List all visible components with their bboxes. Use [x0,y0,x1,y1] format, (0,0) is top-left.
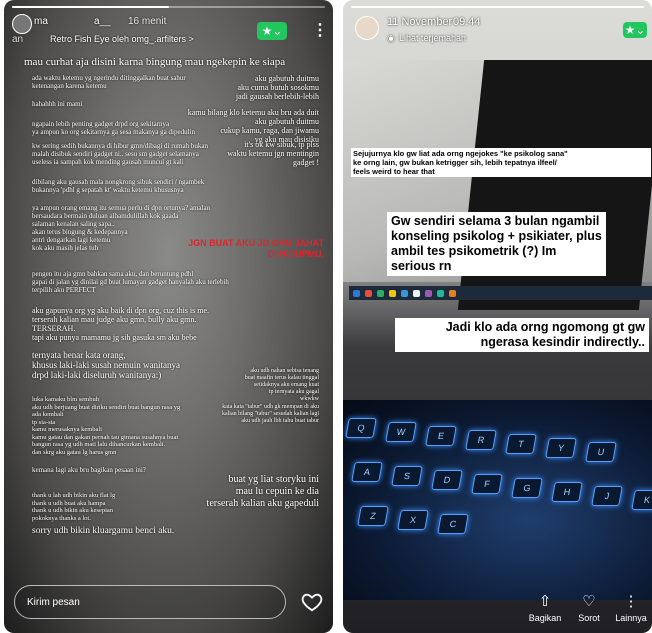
more-label: Lainnya [615,613,647,623]
post-time: 09.44 [453,16,481,28]
story-progress-bar [12,6,325,8]
share-label: Bagikan [528,613,562,623]
post-time: 16 menit [128,16,167,27]
highlight-icon: ♡ [582,593,596,610]
caption-box-1: Sejujurnya klo gw liat ada orng ngejokes… [351,148,651,177]
story-text-line: kemana lagi aku bru bagikan pesaan ini? [32,466,146,474]
keyboard-key: A [351,462,383,482]
keyboard-key: K [631,490,652,510]
story-text-line: hahahhh ini mami [32,100,83,108]
keyboard-key: Q [345,418,377,438]
filter-link[interactable]: Retro Fish Eye oleh omg_.arfilters > [50,34,194,44]
story-text-line: aku gabutuh duitmu aku cuma butuh sosokm… [235,74,319,101]
story-text-line: thank u lah udh bikin aku flat lg thank … [32,492,116,522]
taskbar-icon [449,289,456,297]
story-text-line: ternyata benar kata orang, khusus laki-l… [32,350,180,380]
see-translation-link[interactable]: Lihat terjemahan [399,33,466,43]
story-progress-fill [351,6,644,8]
keyboard-key: F [471,474,503,494]
keyboard-key: T [505,434,537,454]
share-button[interactable]: ⇧ Bagikan [523,592,567,623]
red-highlight-text: JGN BUAT AKU JD ORG JAHAT DI HIDUPMU. [188,238,324,259]
story-text-line: ngapain lebih penting gadget drpd org se… [32,120,195,136]
story-text-line: kata kata "tabur" udh gk mempan di aku k… [221,404,319,424]
keyboard-key: X [397,510,429,530]
caption-box-3: Jadi klo ada orng ngomong gt gw ngerasa … [395,318,649,352]
taskbar [349,286,652,300]
keyboard-key: G [511,478,543,498]
taskbar-icon [377,289,384,297]
username[interactable]: a__ [94,16,111,27]
share-icon: ⇧ [538,593,552,610]
keyboard-key: R [465,430,497,450]
story-text-line: pengen itu aja gmn bahkan sama aku, dan … [32,270,229,294]
keyboard-key: Z [357,506,389,526]
taskbar-icon [389,289,396,297]
star-icon: ★⌄ [624,23,646,37]
heart-icon[interactable] [301,591,323,613]
story-text-line: luka kamaku blm sembuh aku udh berjuang … [32,396,181,456]
star-icon: ★⌄ [261,24,283,38]
close-friends-star-button[interactable]: ★⌄ [623,22,647,38]
highlight-button[interactable]: ♡ Sorot [567,592,611,623]
story-text-line: ada waktu ketemu yg ngerindu ditinggalka… [32,74,186,90]
story-text-line: kw sering sedih bukannya di hibur gmn/di… [32,142,208,166]
avatar[interactable] [355,16,379,40]
keyboard-backlit: QWERTYUASDFGHJKLZXC [343,400,652,600]
more-options-icon[interactable]: ⋮ [312,20,328,40]
right-story-panel[interactable]: QWERTYUASDFGHJKLZXC 11 November 09.44 Li… [343,0,652,633]
caption-box-2: Gw sendiri selama 3 bulan ngambil konsel… [387,212,606,276]
sub-prefix: an [12,34,24,45]
more-icon: ⋮ [623,593,639,610]
keyboard-key: W [385,422,417,442]
story-text-line: aku udh nahan sebisa tenang buat maafin … [244,368,319,402]
keyboard-key: C [437,514,469,534]
avatar[interactable] [12,14,32,34]
story-progress-fill [12,6,169,8]
keyboard-key: E [425,426,457,446]
keyboard-key: Y [545,438,577,458]
close-friends-star-button[interactable]: ★⌄ [257,22,287,40]
keyboard-key: H [551,482,583,502]
story-text-line: mau curhat aja disini karna bingung mau … [24,56,286,68]
post-date: 11 November [387,16,453,28]
keyboard-key: U [585,442,617,462]
reply-placeholder: Kirim pesan [27,596,80,608]
story-text-line: aku gapunya org yg aku baik di dpn org, … [32,306,210,342]
keyboard-key: J [591,486,623,506]
left-story-panel[interactable]: ma a__ 16 menit an Retro Fish Eye oleh o… [4,0,333,633]
story-text-line: sorry udh bikin kluargamu benci aku. [32,526,175,536]
keyboard-key: S [391,466,423,486]
story-text-line: dibilang aku gausah mala nongkrong sibuk… [32,178,205,194]
username-prefix[interactable]: ma [34,16,48,27]
keyboard-key: D [431,470,463,490]
taskbar-icon [437,289,444,297]
story-progress-bar [351,6,644,8]
taskbar-icon [425,289,432,297]
taskbar-icon [413,289,420,297]
taskbar-icon [353,289,360,297]
story-text-line: buat yg liat storyku ini mau lu cepuin k… [206,474,319,509]
more-button[interactable]: ⋮ Lainnya [609,592,652,623]
reply-input[interactable]: Kirim pesan [14,585,286,619]
highlight-label: Sorot [578,613,600,623]
taskbar-icon [401,289,408,297]
taskbar-icon [365,289,372,297]
globe-icon: ◉ [387,33,395,43]
